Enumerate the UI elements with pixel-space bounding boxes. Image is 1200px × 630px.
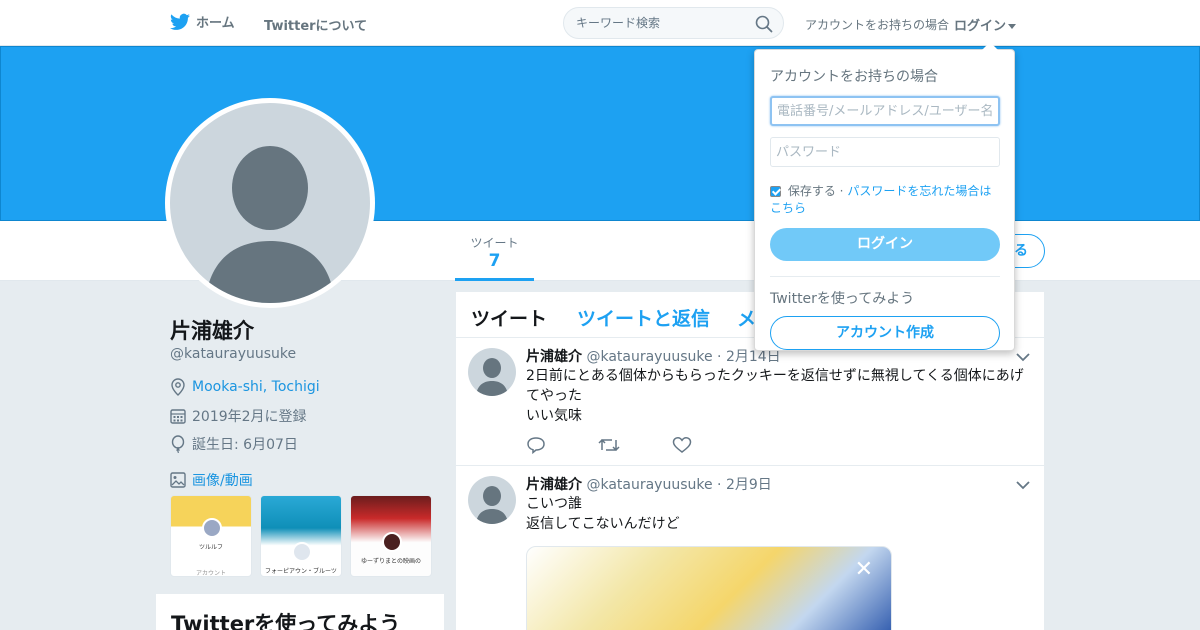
tweet-text-line: こいつ誰	[526, 496, 582, 512]
login-dropdown-title: アカウントをお持ちの場合	[770, 69, 938, 85]
search-icon[interactable]	[755, 15, 773, 33]
tweet[interactable]: 片浦雄介 @kataurayuusuke · 2月14日 2日前にとある個体から…	[456, 338, 1044, 466]
calendar-icon	[170, 409, 186, 424]
signup-promo-card: Twitterを使ってみよう	[156, 594, 444, 630]
remember-me-checkbox[interactable]	[770, 186, 781, 197]
media-thumbnail[interactable]: ツルルフ アカウント	[170, 495, 252, 577]
login-toggle-label: ログイン	[954, 19, 1007, 34]
tweet-text: こいつ誰 返信してこないんだけど	[526, 494, 1031, 534]
login-prompt-text: アカウントをお持ちの場合	[805, 18, 950, 32]
close-icon[interactable]: ✕	[855, 557, 873, 582]
login-dropdown: アカウントをお持ちの場合 保存する · パスワードを忘れた場合はこちら ログイン…	[754, 42, 1015, 351]
dropdown-divider	[770, 276, 1000, 277]
thumbnail-avatar	[292, 542, 312, 562]
birthday-text: 誕生日: 6月07日	[192, 437, 298, 453]
thumbnail-caption: ゆーずりまとの映画の	[361, 558, 421, 565]
dropdown-arrow	[982, 42, 998, 50]
thumbnail-avatar	[202, 518, 222, 538]
tweet-separator: ·	[717, 477, 722, 493]
chevron-down-icon[interactable]	[1016, 480, 1030, 490]
tweet-author-handle[interactable]: @kataurayuusuke	[586, 477, 712, 493]
profile-handle: @kataurayuusuke	[170, 346, 297, 362]
profile-joined: 2019年2月に登録	[170, 406, 307, 426]
location-link[interactable]: Mooka-shi, Tochigi	[192, 379, 320, 395]
login-dropdown-toggle[interactable]: ログイン	[954, 15, 1017, 34]
profile-birthday: 誕生日: 6月07日	[170, 434, 298, 454]
username-field[interactable]	[770, 96, 1000, 126]
tweet-text-line: てやった	[526, 388, 582, 404]
image-icon	[170, 472, 186, 488]
chevron-down-icon	[1008, 24, 1017, 29]
tweet-separator: ·	[717, 349, 722, 365]
search-input[interactable]	[576, 16, 746, 30]
tweet-text-line: 返信してこないんだけど	[526, 516, 680, 532]
tweet[interactable]: 片浦雄介 @kataurayuusuke · 2月9日 こいつ誰 返信してこない…	[456, 466, 1044, 630]
reply-icon[interactable]	[526, 436, 546, 454]
signup-button[interactable]: アカウント作成	[770, 316, 1000, 350]
remember-me-row: 保存する · パスワードを忘れた場合はこちら	[770, 183, 1000, 217]
thumbnail-name: ツルルフ	[198, 544, 223, 551]
home-label: ホーム	[196, 16, 235, 31]
tweet-author-name[interactable]: 片浦雄介	[526, 477, 582, 493]
tab-tweets[interactable]: ツイート	[471, 304, 547, 331]
thumbnail-avatar	[382, 532, 402, 552]
top-navigation: ホーム Twitterについて アカウントをお持ちの場合 ログイン	[0, 0, 1200, 46]
profile-media-link[interactable]: 画像/動画	[170, 470, 253, 490]
tweet-header: 片浦雄介 @kataurayuusuke · 2月9日	[526, 474, 772, 494]
balloon-icon	[171, 435, 185, 453]
signup-promo-title: Twitterを使ってみよう	[171, 612, 401, 630]
tweet-author-handle[interactable]: @kataurayuusuke	[586, 349, 712, 365]
media-thumbnails: ツルルフ アカウント フォーピアウン・ブルーツ ゆーずりまとの映画の	[170, 495, 432, 577]
tweets-stat-value: 7	[488, 251, 501, 271]
tweet-author-name[interactable]: 片浦雄介	[526, 349, 582, 365]
tweet-avatar[interactable]	[468, 348, 516, 396]
search-box	[563, 7, 784, 39]
tweet-date[interactable]: 2月14日	[726, 349, 781, 365]
about-nav-link[interactable]: Twitterについて	[264, 15, 367, 34]
joined-date: 2019年2月に登録	[192, 409, 307, 425]
media-thumbnail[interactable]: フォーピアウン・ブルーツ	[260, 495, 342, 577]
tweets-stat-label: ツイート	[470, 236, 519, 250]
home-nav-link[interactable]: ホーム	[170, 12, 235, 31]
twitter-bird-icon	[170, 13, 190, 30]
try-twitter-text: Twitterを使ってみよう	[770, 291, 915, 307]
remember-me-label: 保存する	[787, 184, 836, 198]
tweet-header: 片浦雄介 @kataurayuusuke · 2月14日	[526, 346, 781, 366]
media-thumbnail[interactable]: ゆーずりまとの映画の	[350, 495, 432, 577]
chevron-down-icon[interactable]	[1016, 352, 1030, 362]
thumbnail-caption: アカウント	[195, 570, 226, 577]
heart-icon[interactable]	[672, 436, 692, 454]
tweet-actions	[526, 436, 692, 454]
tweet-text: 2日前にとある個体からもらったクッキーを返信せずに無視してくる個体にあげ てやっ…	[526, 366, 1031, 426]
profile-name: 片浦雄介	[170, 319, 254, 343]
thumbnail-caption: フォーピアウン・ブルーツ	[265, 568, 337, 575]
tweet-text-line: 2日前にとある個体からもらったクッキーを返信せずに無視してくる個体にあげ	[526, 368, 1024, 384]
tweet-avatar[interactable]	[468, 476, 516, 524]
remember-separator: ·	[839, 184, 844, 198]
tab-tweets-and-replies[interactable]: ツイートと返信	[577, 304, 710, 331]
profile-avatar[interactable]	[165, 98, 375, 308]
default-avatar-icon	[170, 103, 370, 303]
tweet-image[interactable]: ✕	[526, 546, 892, 630]
profile-location: Mooka-shi, Tochigi	[170, 378, 320, 396]
media-label: 画像/動画	[192, 473, 253, 489]
tweet-text-line: いい気味	[526, 408, 582, 424]
login-button[interactable]: ログイン	[770, 228, 1000, 261]
retweet-icon[interactable]	[598, 436, 620, 454]
password-field[interactable]	[770, 137, 1000, 167]
tweets-count-stat[interactable]: ツイート 7	[455, 232, 534, 281]
location-pin-icon	[171, 378, 185, 396]
tweet-date[interactable]: 2月9日	[726, 477, 772, 493]
